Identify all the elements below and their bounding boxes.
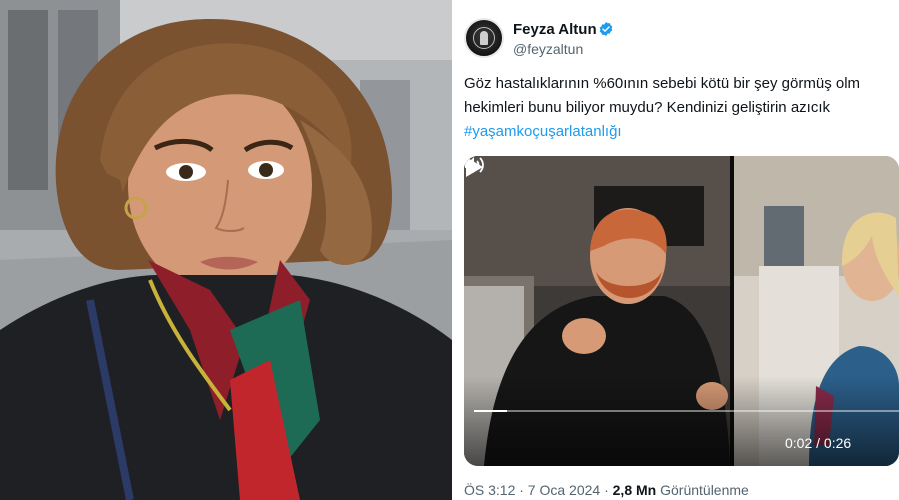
hashtag-link[interactable]: #yaşamkoçuşarlatanlığı	[464, 120, 899, 144]
selfie-photo	[0, 0, 452, 500]
tweet-card: Feyza Altun @feyzaltun Göz hastalıkların…	[452, 0, 899, 500]
tweet-text-line-2: hekimleri bunu biliyor muydu? Kendinizi …	[464, 99, 830, 116]
tweet-text-line-1: Göz hastalıklarının %60ının sebebi kötü …	[464, 75, 861, 92]
video-frame	[464, 156, 899, 466]
selfie-illustration	[0, 0, 452, 500]
tweet-timestamp[interactable]: ÖS 3:12 · 7 Oca 2024 ·	[464, 482, 609, 498]
video-progress-bar[interactable]	[474, 410, 899, 412]
views-label: Görüntülenme	[660, 482, 749, 498]
views-count[interactable]: 2,8 Mn	[613, 482, 657, 498]
author-name[interactable]: Feyza Altun	[513, 21, 597, 38]
volume-icon[interactable]	[464, 156, 486, 174]
tweet-meta: ÖS 3:12 · 7 Oca 2024 · 2,8 Mn Görüntülen…	[464, 482, 749, 498]
tweet-text: Göz hastalıklarının %60ının sebebi kötü …	[464, 72, 899, 144]
avatar-figure	[480, 31, 488, 45]
author-handle[interactable]: @feyzaltun	[513, 41, 583, 57]
video-time: 0:02 / 0:26	[785, 435, 852, 451]
author-avatar[interactable]	[464, 18, 504, 58]
verified-badge-icon	[599, 22, 613, 36]
video-progress-fill	[474, 410, 507, 412]
video-player[interactable]: 0:02 / 0:26	[464, 156, 899, 466]
